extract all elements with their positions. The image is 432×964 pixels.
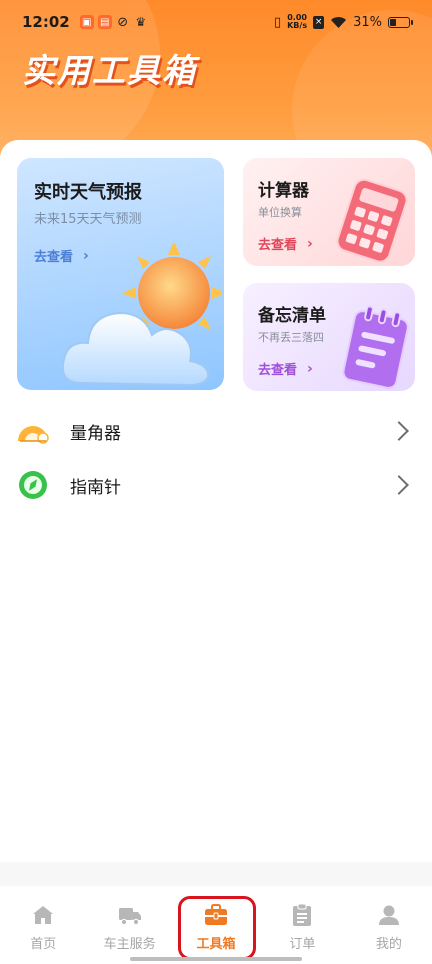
sim-icon: ×: [313, 15, 325, 29]
list-item-compass[interactable]: 指南针: [0, 458, 432, 512]
page-title: 实用工具箱: [22, 51, 197, 90]
list-item-label: 指南针: [70, 477, 121, 498]
vibrate-icon: ▯: [273, 14, 282, 30]
memo-link-label: 去查看: [258, 363, 298, 378]
compass-icon: [16, 468, 50, 502]
toolbox-icon: [204, 903, 228, 927]
chevron-right-icon: [389, 421, 409, 441]
nav-orders[interactable]: 订单: [259, 886, 345, 964]
app-notification-icon: ▤: [97, 15, 112, 29]
app-notification-icon: ▣: [79, 15, 94, 29]
nav-label: 首页: [30, 937, 57, 952]
home-indicator[interactable]: [130, 957, 302, 961]
chevron-right-icon: ›: [307, 360, 313, 377]
list-item-label: 量角器: [70, 423, 121, 444]
calculator-card-subtitle: 单位换算: [258, 206, 302, 219]
nav-owner-services[interactable]: 车主服务: [86, 886, 172, 964]
battery-icon: [388, 16, 413, 28]
weather-card[interactable]: 实时天气预报 未来15天天气预测 去查看 ›: [17, 158, 224, 390]
chevron-right-icon: ›: [307, 235, 313, 252]
calculator-card-link[interactable]: 去查看 ›: [258, 234, 313, 254]
calculator-icon: [336, 178, 408, 263]
calculator-card-title: 计算器: [258, 181, 309, 201]
memo-card[interactable]: 备忘清单 不再丢三落四 去查看 ›: [243, 283, 415, 391]
status-right: ▯ 0.00 KB/s × 31%: [273, 14, 413, 30]
crown-icon: ♛: [135, 15, 147, 29]
clipboard-icon: [290, 903, 314, 927]
sun-cloud-icon: [62, 243, 222, 387]
notepad-icon: [342, 305, 409, 389]
content-panel: 实时天气预报 未来15天天气预测 去查看 › 计算器 单位换算 去查看 › 备忘…: [0, 140, 432, 885]
wifi-icon: [331, 16, 347, 28]
nav-label: 订单: [289, 937, 316, 952]
calculator-link-label: 去查看: [258, 238, 298, 253]
person-icon: [377, 903, 401, 927]
bottom-divider: [0, 862, 432, 886]
nav-label: 我的: [375, 937, 402, 952]
app-notification-icon: ⊘: [117, 14, 129, 30]
nav-me[interactable]: 我的: [346, 886, 432, 964]
memo-card-subtitle: 不再丢三落四: [258, 331, 324, 344]
truck-icon: [118, 903, 142, 927]
chevron-right-icon: [389, 475, 409, 495]
status-time: 12:02: [22, 13, 70, 31]
calculator-card[interactable]: 计算器 单位换算 去查看 ›: [243, 158, 415, 266]
memo-card-link[interactable]: 去查看 ›: [258, 359, 313, 379]
protractor-icon: [16, 414, 50, 448]
list-item-protractor[interactable]: 量角器: [0, 404, 432, 458]
network-speed: 0.00 KB/s: [287, 14, 307, 30]
weather-card-subtitle: 未来15天天气预测: [34, 212, 142, 227]
memo-card-title: 备忘清单: [258, 306, 326, 326]
nav-label: 工具箱: [196, 937, 236, 952]
nav-toolbox[interactable]: 工具箱: [173, 886, 259, 964]
battery-fill: [390, 18, 397, 26]
bottom-nav: 首页 车主服务 工具箱 订单 我的: [0, 886, 432, 964]
home-icon: [31, 903, 55, 927]
nav-label: 车主服务: [103, 937, 156, 952]
weather-card-title: 实时天气预报: [34, 182, 142, 203]
status-bar: 12:02 ▣ ▤ ⊘ ♛ ▯ 0.00 KB/s × 31%: [0, 0, 432, 44]
nav-home[interactable]: 首页: [0, 886, 86, 964]
battery-percent: 31%: [353, 14, 382, 30]
net-speed-unit: KB/s: [287, 21, 308, 30]
